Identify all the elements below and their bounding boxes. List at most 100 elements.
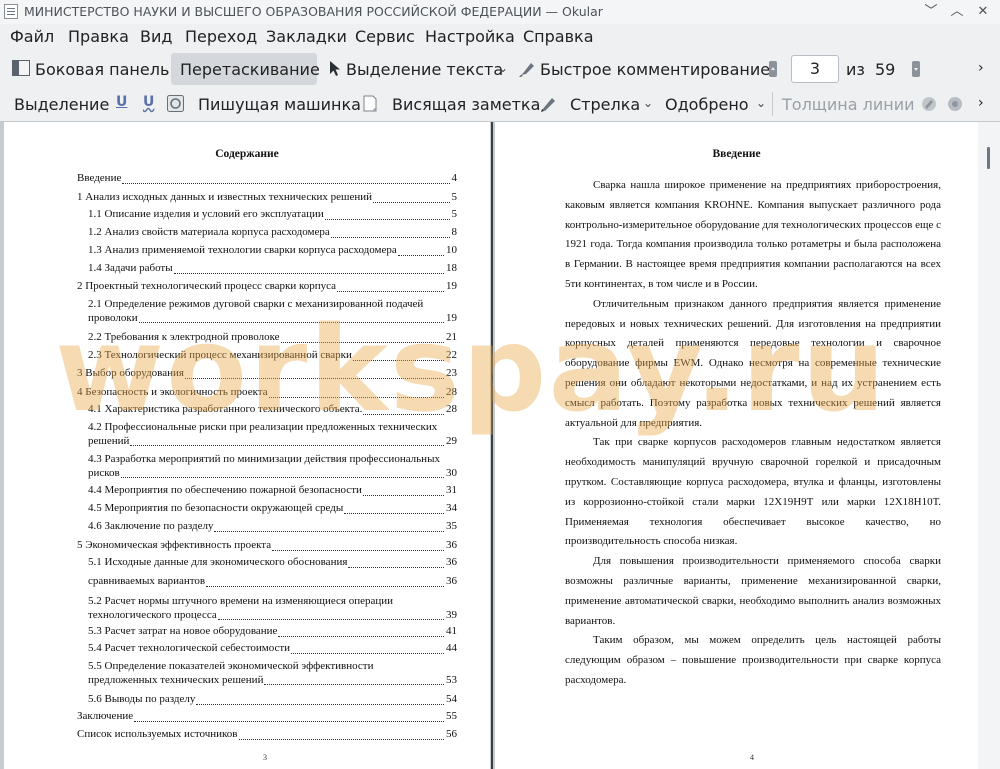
maximize-icon[interactable]: ︿ <box>948 3 966 21</box>
toc-page-number: 4 <box>451 172 458 184</box>
toc-entry: 4.4 Мероприятия по обеспечению пожарной … <box>88 484 457 498</box>
squiggle-icon[interactable]: U <box>143 94 154 110</box>
toc-page-number: 36 <box>446 539 457 551</box>
toc-entry: 1.4 Задачи работы 18 <box>88 262 457 276</box>
approved-stamp-tool[interactable]: Одобрено <box>665 95 749 114</box>
toc-entry-text: 5.1 Исходные данные для экономического о… <box>88 556 348 568</box>
next-page-icon[interactable] <box>911 60 921 78</box>
approved-chevron-down-icon[interactable]: ⌄ <box>756 96 766 110</box>
toc-entry-text: 1 Анализ исходных данных и известных тех… <box>77 191 373 203</box>
cursor-arrow-icon <box>330 61 340 76</box>
menu-bookmarks[interactable]: Закладки <box>266 27 347 46</box>
toc-entry-text: Заключение <box>77 710 134 722</box>
toc-dot-leader <box>344 512 444 514</box>
intro-paragraph: Сварка нашла широкое применение на предп… <box>565 179 941 290</box>
page-number-input[interactable]: 3 <box>791 55 839 83</box>
toc-entry: 5 Экономическая эффективность проекта 36 <box>77 539 457 553</box>
page-footer-number: 3 <box>263 753 267 762</box>
arrow-tool[interactable]: Стрелка <box>570 95 640 114</box>
toc-dot-leader <box>238 738 444 740</box>
toc-dot-leader <box>337 290 444 292</box>
toc-dot-leader <box>217 619 444 620</box>
toc-entry-text: рисков <box>88 466 120 479</box>
menu-tools[interactable]: Сервис <box>355 27 415 46</box>
toc-entry-text: 5.2 Расчет нормы штучного времени на изм… <box>88 595 394 607</box>
toc-entry: 1.2 Анализ свойств материала корпуса рас… <box>88 226 457 240</box>
toc-entry-text: 1.3 Анализ применяемой технологии сварки… <box>88 244 397 256</box>
drag-mode-button[interactable]: Перетаскивание <box>180 60 320 79</box>
toc-page-number: 35 <box>446 520 457 532</box>
toc-entry-text: 1.1 Описание изделия и условий его экспл… <box>88 208 324 220</box>
toc-dot-leader <box>264 684 444 685</box>
toc-entry: 4.5 Мероприятия по безопасности окружающ… <box>88 502 457 516</box>
toc-dot-leader <box>122 182 450 184</box>
toc-page-number: 5 <box>451 208 458 220</box>
menu-view[interactable]: Вид <box>140 27 172 46</box>
underline-icon[interactable]: U <box>116 94 127 110</box>
quick-annotation-button[interactable]: Быстрое комментирование <box>540 60 770 79</box>
toc-entry-text: 4.4 Мероприятия по обеспечению пожарной … <box>88 484 362 496</box>
toolbar-divider <box>772 92 773 116</box>
arrow-chevron-down-icon[interactable]: ⌄ <box>643 96 653 110</box>
toc-dot-leader <box>291 652 444 654</box>
fill-color-icon[interactable] <box>946 95 964 112</box>
toc-page-number: 56 <box>446 728 457 740</box>
arrow-pen-icon <box>541 98 555 112</box>
minimize-icon[interactable]: ﹀ <box>922 3 940 21</box>
color-dropper-icon[interactable] <box>920 95 938 112</box>
sidebar-icon <box>12 60 30 76</box>
previous-page-icon[interactable] <box>768 60 778 78</box>
menu-edit[interactable]: Правка <box>68 27 129 46</box>
toc-entry-text: 1.4 Задачи работы <box>88 262 173 274</box>
toc-entry-text: технологического процесса <box>88 608 217 621</box>
toc-page-number: 19 <box>446 280 457 292</box>
menu-settings[interactable]: Настройка <box>425 27 515 46</box>
menu-file[interactable]: Файл <box>10 27 54 46</box>
toc-dot-leader <box>173 272 444 274</box>
toc-entry-text: предложенных технических решений <box>88 673 264 686</box>
page-total-label: 59 <box>875 60 896 79</box>
window-titlebar: МИНИСТЕРСТВО НАУКИ И ВЫСШЕГО ОБРАЗОВАНИЯ… <box>0 0 1000 25</box>
toolbar-overflow-icon[interactable]: › <box>978 60 984 76</box>
toc-entry-text: 5 Экономическая эффективность проекта <box>77 539 272 551</box>
close-icon[interactable]: ✕ <box>974 3 992 21</box>
inline-note-tool[interactable]: Висящая заметка <box>392 95 540 114</box>
typewriter-tool[interactable]: Пишущая машинка <box>198 95 361 114</box>
toc-dot-leader <box>130 445 444 446</box>
chevron-down-icon[interactable]: ⌄ <box>498 61 508 75</box>
toc-entry: 2 Проектный технологический процесс свар… <box>77 280 457 294</box>
window-title: МИНИСТЕРСТВО НАУКИ И ВЫСШЕГО ОБРАЗОВАНИЯ… <box>24 4 603 19</box>
page-footer-number: 4 <box>750 753 754 762</box>
line-width-tool[interactable]: Толщина линии <box>782 95 915 114</box>
sidebar-button[interactable]: Боковая панель <box>35 60 169 79</box>
toc-entry: сравниваемых вариантов 36 <box>88 575 457 589</box>
toc-entry: 5.2 Расчет нормы штучного времени на изм… <box>88 595 457 622</box>
vertical-scrollbar[interactable] <box>978 122 1000 769</box>
toc-entry: 5.5 Определение показателей экономическо… <box>88 660 457 687</box>
toc-dot-leader <box>373 201 450 203</box>
toc-dot-leader <box>397 254 444 256</box>
toc-entry-text: 5.4 Расчет технологической себестоимости <box>88 642 291 654</box>
toolbar2-overflow-icon[interactable]: › <box>978 95 984 111</box>
toc-entry: 1 Анализ исходных данных и известных тех… <box>77 191 457 205</box>
toc-entry-text: Список используемых источников <box>77 728 238 740</box>
toc-title: Содержание <box>215 148 279 160</box>
toc-entry-text: сравниваемых вариантов <box>88 575 206 587</box>
toc-page-number: 41 <box>446 625 457 637</box>
toc-page-number: 44 <box>446 642 457 654</box>
toc-dot-leader <box>348 566 444 568</box>
toc-dot-leader <box>362 494 444 496</box>
toc-page-number: 10 <box>446 244 457 256</box>
highlight-tool[interactable]: Выделение <box>14 95 109 114</box>
toc-page-number: 30 <box>446 466 457 479</box>
toc-entry: 4.6 Заключение по разделу 35 <box>88 520 457 534</box>
toc-page-number: 39 <box>446 608 457 621</box>
menu-help[interactable]: Справка <box>523 27 594 46</box>
toc-entry: 4.3 Разработка мероприятий по минимизаци… <box>88 453 457 480</box>
marker-pen-icon <box>519 63 534 77</box>
scrollbar-thumb[interactable] <box>987 147 990 169</box>
menu-go[interactable]: Переход <box>185 27 257 46</box>
text-selection-button[interactable]: Выделение текста <box>346 60 503 79</box>
toc-dot-leader <box>206 585 444 587</box>
stamp-icon[interactable] <box>167 95 184 112</box>
